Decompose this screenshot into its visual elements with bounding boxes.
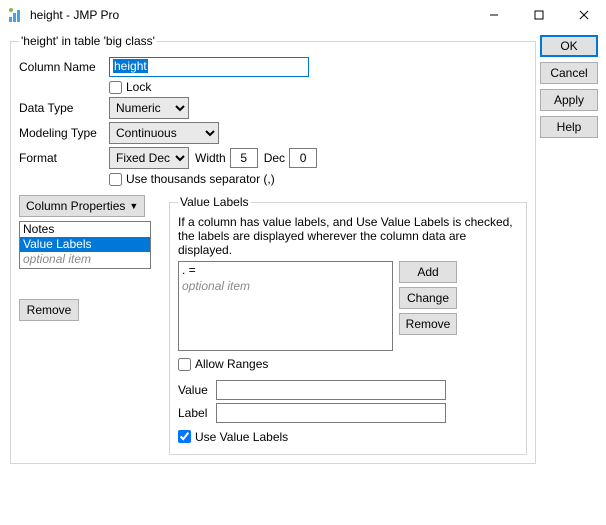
modeling-type-select[interactable]: Continuous [109, 122, 219, 144]
apply-button[interactable]: Apply [540, 89, 598, 111]
help-button[interactable]: Help [540, 116, 598, 138]
column-name-input[interactable] [109, 57, 309, 77]
ok-button[interactable]: OK [540, 35, 598, 57]
thousands-label: Use thousands separator (,) [126, 172, 275, 186]
column-properties-label: Column Properties [26, 199, 125, 213]
lock-checkbox[interactable]: Lock [109, 80, 151, 94]
app-icon [8, 7, 24, 23]
thousands-checkbox[interactable]: Use thousands separator (,) [109, 172, 275, 186]
label-input[interactable] [216, 403, 446, 423]
use-value-labels-checkbox[interactable]: Use Value Labels [178, 430, 288, 444]
value-field-label: Value [178, 383, 216, 397]
minimize-button[interactable] [471, 0, 516, 30]
width-input[interactable] [230, 148, 258, 168]
dec-input[interactable] [289, 148, 317, 168]
close-button[interactable] [561, 0, 606, 30]
change-button[interactable]: Change [399, 287, 457, 309]
cancel-button[interactable]: Cancel [540, 62, 598, 84]
data-type-label: Data Type [19, 101, 109, 115]
titlebar: height - JMP Pro [0, 0, 606, 30]
label-field-label: Label [178, 406, 216, 420]
chevron-down-icon: ▼ [129, 201, 138, 211]
thousands-checkbox-input[interactable] [109, 173, 122, 186]
format-select[interactable]: Fixed Dec [109, 147, 189, 169]
list-item[interactable]: Notes [20, 222, 150, 237]
list-item-optional[interactable]: optional item [179, 278, 392, 294]
lock-label: Lock [126, 80, 151, 94]
window-buttons [471, 0, 606, 30]
list-item[interactable]: . = [179, 262, 392, 278]
modeling-type-label: Modeling Type [19, 126, 109, 140]
window-title: height - JMP Pro [30, 8, 471, 22]
allow-ranges-checkbox[interactable]: Allow Ranges [178, 357, 268, 371]
format-label: Format [19, 151, 109, 165]
remove-property-button[interactable]: Remove [19, 299, 79, 321]
lock-checkbox-input[interactable] [109, 81, 122, 94]
maximize-button[interactable] [516, 0, 561, 30]
value-labels-desc: If a column has value labels, and Use Va… [178, 215, 518, 257]
width-label: Width [195, 151, 226, 165]
data-type-select[interactable]: Numeric [109, 97, 189, 119]
remove-value-button[interactable]: Remove [399, 313, 457, 335]
allow-ranges-label: Allow Ranges [195, 357, 268, 371]
use-value-labels-input[interactable] [178, 430, 191, 443]
list-item[interactable]: Value Labels [20, 237, 150, 252]
use-value-labels-label: Use Value Labels [195, 430, 288, 444]
main-legend: 'height' in table 'big class' [19, 34, 157, 48]
value-labels-list[interactable]: . = optional item [178, 261, 393, 351]
value-labels-legend: Value Labels [178, 195, 251, 209]
column-properties-list[interactable]: Notes Value Labels optional item [19, 221, 151, 269]
column-name-label: Column Name [19, 60, 109, 74]
dec-label: Dec [264, 151, 285, 165]
allow-ranges-input[interactable] [178, 358, 191, 371]
main-fieldset: 'height' in table 'big class' Column Nam… [10, 34, 536, 464]
add-button[interactable]: Add [399, 261, 457, 283]
value-input[interactable] [216, 380, 446, 400]
value-labels-fieldset: Value Labels If a column has value label… [169, 195, 527, 455]
column-properties-button[interactable]: Column Properties ▼ [19, 195, 145, 217]
list-item-optional[interactable]: optional item [20, 252, 150, 267]
